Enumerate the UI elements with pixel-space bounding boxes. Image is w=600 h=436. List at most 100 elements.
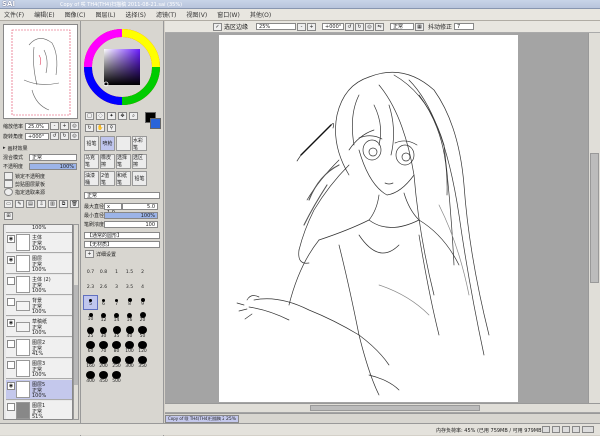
zoom-out-icon[interactable]: -: [297, 22, 307, 31]
eye-icon[interactable]: ◉: [7, 319, 15, 327]
hand-icon[interactable]: ✋: [96, 123, 105, 132]
brush-size-cell[interactable]: 2.3: [84, 281, 97, 294]
eye-icon[interactable]: [7, 361, 15, 369]
brush-size-cell[interactable]: 20: [136, 311, 149, 324]
brush-size-cell[interactable]: 1: [110, 266, 123, 279]
background-color[interactable]: [150, 118, 161, 129]
tool-eraser[interactable]: 橡皮擦: [100, 153, 115, 169]
layer-item[interactable]: 主体 (2) 正常 100%: [6, 275, 72, 295]
tool-pencil-2[interactable]: 铅笔: [132, 171, 147, 187]
tool-watercolor[interactable]: 水彩笔: [132, 136, 147, 151]
brush-size-cell[interactable]: 120: [136, 341, 149, 354]
brush-size-cell[interactable]: 80: [110, 341, 123, 354]
brush-size-cell[interactable]: 160: [84, 356, 97, 369]
brush-size-cell[interactable]: 0.7: [84, 266, 97, 279]
eye-icon[interactable]: ◉: [7, 382, 15, 390]
mode-icon[interactable]: ▦: [415, 22, 425, 31]
rotate-right-icon[interactable]: ↻: [355, 22, 365, 31]
layer-item-selected[interactable]: ◉ 图层5 正常 100%: [6, 380, 72, 400]
brush-size-cell[interactable]: 400: [84, 371, 97, 384]
flip-icon[interactable]: ⇋: [375, 22, 385, 31]
canvas-tab[interactable]: Copy of 咲 TH4(TH4)扫描稿 2011-08-21.sai 25%: [165, 415, 239, 423]
rotate-left-icon[interactable]: ↺: [50, 132, 59, 140]
move-icon[interactable]: ✥: [118, 112, 127, 120]
brush-size-cell[interactable]: 35: [110, 326, 123, 339]
menu-layer[interactable]: 图层(L): [96, 10, 116, 19]
brush-size-cell[interactable]: 5: [83, 295, 98, 310]
canvas-angle-select[interactable]: +000°: [322, 23, 345, 30]
brush-size-cell[interactable]: 9: [136, 296, 149, 309]
detail-toggle[interactable]: +: [85, 250, 94, 258]
rect-select-icon[interactable]: □: [85, 112, 94, 120]
merge-visible-icon[interactable]: ⊞: [4, 211, 13, 220]
canvas-zoom-select[interactable]: 25%: [256, 23, 297, 30]
clipping-checkbox[interactable]: [4, 180, 13, 188]
delete-layer-icon[interactable]: 🗑: [70, 200, 79, 208]
brush-size-cell[interactable]: 60: [84, 341, 97, 354]
navigator-thumbnail[interactable]: [3, 24, 78, 119]
menu-others[interactable]: 其他(O): [250, 10, 271, 19]
zoom-icon[interactable]: ⌕: [129, 112, 138, 120]
lock-opacity-checkbox[interactable]: [4, 172, 13, 180]
angle-value[interactable]: +000°: [25, 132, 49, 140]
tool-washi[interactable]: 和纸笔: [116, 171, 131, 187]
min-size-value[interactable]: 100%: [104, 211, 158, 219]
magic-wand-icon[interactable]: ✦: [107, 112, 116, 120]
zoom-value[interactable]: 25.0%: [25, 122, 49, 130]
selection-source-checkbox[interactable]: [4, 188, 13, 196]
tool-binary-pen[interactable]: 2值笔: [100, 171, 115, 187]
clear-layer-icon[interactable]: ▥: [48, 200, 57, 208]
merge-down-icon[interactable]: ⇩: [37, 200, 46, 208]
eyedropper-icon[interactable]: ⚲: [107, 123, 116, 132]
zoom-in-icon[interactable]: +: [307, 22, 317, 31]
opacity-slider[interactable]: 100%: [29, 162, 77, 170]
layer-item[interactable]: ◉ 主体 正常 100%: [6, 233, 72, 253]
color-wheel[interactable]: [84, 24, 162, 110]
layer-folder[interactable]: 背景 正常 100%: [6, 296, 72, 316]
brush-size-cell[interactable]: 30: [97, 326, 110, 339]
tool-select-pen[interactable]: 选择笔: [116, 153, 131, 169]
brush-size-cell[interactable]: 100: [123, 341, 136, 354]
brush-size-cell[interactable]: 12: [97, 311, 110, 324]
brush-size-cell[interactable]: 70: [97, 341, 110, 354]
max-size-multiplier[interactable]: x 1.0: [104, 202, 122, 216]
brush-size-cell[interactable]: 4: [136, 281, 149, 294]
new-layer-icon[interactable]: ▭: [4, 200, 13, 208]
eye-icon[interactable]: ◉: [7, 256, 15, 264]
copy-layer-icon[interactable]: ⧉: [59, 200, 68, 208]
eye-icon[interactable]: [7, 298, 15, 306]
eye-icon[interactable]: [7, 277, 15, 285]
menu-window[interactable]: 窗口(W): [217, 10, 240, 19]
tool-marker[interactable]: 马克笔: [84, 153, 99, 169]
blend-mode-select[interactable]: 正常: [29, 153, 77, 161]
drawing-canvas[interactable]: [219, 35, 518, 402]
brush-size-cell[interactable]: 3: [110, 281, 123, 294]
rotate-reset-icon[interactable]: ◎: [365, 22, 375, 31]
brush-size-cell[interactable]: 16: [123, 311, 136, 324]
brush-size-cell[interactable]: 0.8: [97, 266, 110, 279]
brush-size-cell[interactable]: 200: [97, 356, 110, 369]
zoom-reset-icon[interactable]: ◎: [70, 122, 79, 130]
layer-scroll-thumb[interactable]: [74, 285, 78, 385]
brush-size-cell[interactable]: 14: [110, 311, 123, 324]
menu-canvas[interactable]: 图像(C): [65, 10, 86, 19]
tool-select-eraser[interactable]: 选区擦: [132, 153, 147, 169]
brush-size-cell[interactable]: 250: [110, 356, 123, 369]
tool-bucket[interactable]: 油漆桶: [84, 171, 99, 187]
stabilizer-select[interactable]: 7: [454, 23, 475, 30]
brush-size-cell[interactable]: 300: [123, 356, 136, 369]
tool-brush[interactable]: [116, 136, 131, 151]
brush-size-cell[interactable]: 2: [136, 266, 149, 279]
rotate-reset-icon[interactable]: ◎: [70, 132, 79, 140]
rotate-left-icon[interactable]: ↺: [345, 22, 355, 31]
layer-folder[interactable]: ◉ 草稿纸 正常 100%: [6, 317, 72, 337]
eye-icon[interactable]: ◉: [7, 235, 15, 243]
brush-size-cell[interactable]: 1.5: [123, 266, 136, 279]
canvas-mode-select[interactable]: 正常: [390, 23, 415, 30]
brush-size-cell[interactable]: 2.6: [97, 281, 110, 294]
menu-filter[interactable]: 滤镜(T): [156, 10, 176, 19]
menu-file[interactable]: 文件(F): [4, 10, 24, 19]
tool-airbrush[interactable]: 喷枪: [100, 136, 115, 151]
brush-size-cell[interactable]: 350: [136, 356, 149, 369]
brush-size-cell[interactable]: 40: [123, 326, 136, 339]
